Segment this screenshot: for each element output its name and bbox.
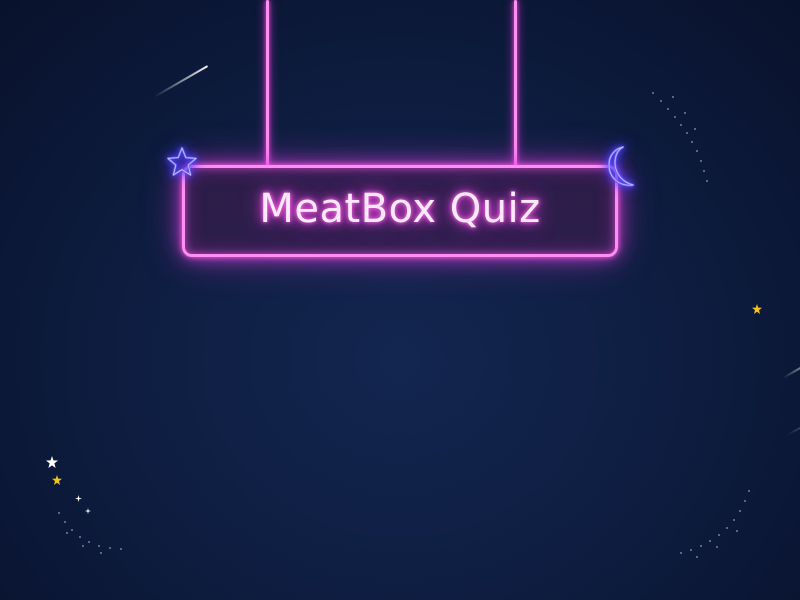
star-dust: [739, 510, 741, 512]
star-dust: [109, 547, 111, 549]
star-dust: [82, 545, 84, 547]
star-dust: [716, 546, 718, 548]
star-dust: [736, 530, 738, 532]
star-dust: [64, 521, 66, 523]
star-dust: [748, 490, 750, 492]
sparkle-icon: [75, 495, 82, 502]
star-dust: [98, 545, 100, 547]
sparkle-icon: [85, 508, 91, 514]
star-outline-icon: [166, 146, 198, 177]
star-dust: [696, 556, 698, 558]
star-dust: [680, 124, 682, 126]
shooting-star: [786, 397, 800, 436]
small-star-icon: [752, 304, 762, 314]
star-dust: [680, 552, 682, 554]
sign-rope-right: [514, 0, 517, 166]
star-dust: [733, 519, 735, 521]
star-dust: [690, 549, 692, 551]
star-dust: [674, 116, 676, 118]
star-dust: [88, 541, 90, 543]
shooting-star: [153, 65, 209, 98]
star-dust: [652, 92, 654, 94]
star-dust: [120, 548, 122, 550]
star-dust: [726, 527, 728, 529]
sign-rope-left: [266, 0, 269, 166]
star-dust: [709, 540, 711, 542]
star-dust: [79, 536, 81, 538]
star-dust: [66, 532, 68, 534]
title-sign: MeatBox Quiz: [182, 165, 618, 257]
star-dust: [706, 180, 708, 182]
star-dust: [696, 150, 698, 152]
star-dust: [694, 128, 696, 130]
star-dust: [660, 100, 662, 102]
game-title: MeatBox Quiz: [259, 186, 541, 232]
star-dust: [744, 500, 746, 502]
small-star-icon: [46, 456, 58, 468]
star-dust: [691, 141, 693, 143]
star-dust: [100, 552, 102, 554]
star-dust: [667, 108, 669, 110]
star-dust: [672, 96, 674, 98]
star-dust: [700, 160, 702, 162]
star-dust: [703, 170, 705, 172]
small-star-icon: [52, 475, 62, 485]
star-dust: [686, 132, 688, 134]
star-dust: [71, 529, 73, 531]
crescent-moon-icon: [607, 145, 635, 187]
star-dust: [718, 534, 720, 536]
shooting-star: [782, 356, 800, 379]
star-dust: [684, 112, 686, 114]
quiz-title-scene: MeatBox Quiz: [0, 0, 800, 600]
star-dust: [58, 512, 60, 514]
star-dust: [700, 545, 702, 547]
